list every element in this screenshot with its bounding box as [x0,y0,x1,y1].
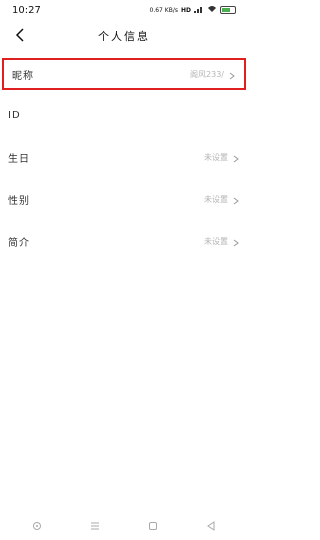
network-speed: 0.67 KB/s [149,6,178,14]
gender-value: 未设置 [204,194,228,204]
status-indicators: 0.67 KB/s HD [150,5,236,15]
assistant-button[interactable] [27,515,47,535]
info-list: 昵称 阁风233/ ID 生日 未设置 性别 未设置 简介 未设置 [0,54,248,262]
status-time: 10:27 [12,4,41,16]
system-nav-bar [0,510,248,540]
nickname-value: 阁风233/ [190,69,224,79]
chevron-left-icon [14,27,26,46]
nickname-label: 昵称 [12,70,34,82]
hd-indicator: HD [180,6,191,14]
back-triangle-icon [206,516,216,535]
signal-icon [194,5,204,15]
bio-label: 简介 [8,237,30,249]
chevron-right-icon [232,190,240,209]
battery-level [222,8,230,12]
nav-back-button[interactable] [201,515,221,535]
menu-button[interactable] [85,515,105,535]
birthday-value: 未设置 [204,152,228,162]
bio-value: 未设置 [204,236,228,246]
chevron-right-icon [232,232,240,251]
square-icon [148,516,158,535]
bio-row[interactable]: 简介 未设置 [0,220,248,262]
birthday-label: 生日 [8,153,30,165]
wifi-icon [207,5,217,15]
chevron-right-icon [228,65,236,84]
gender-label: 性别 [8,195,30,207]
chevron-right-icon [232,148,240,167]
header: 个人信息 [0,20,248,52]
birthday-row[interactable]: 生日 未设置 [0,136,248,178]
menu-icon [90,516,100,535]
nickname-row[interactable]: 昵称 阁风233/ [2,58,246,90]
id-label: ID [8,109,21,121]
battery-icon [220,6,236,14]
back-button[interactable] [8,24,32,48]
status-bar: 10:27 0.67 KB/s HD [0,0,248,20]
page-title: 个人信息 [98,30,150,43]
gender-row[interactable]: 性别 未设置 [0,178,248,220]
circle-icon [32,516,42,535]
home-button[interactable] [143,515,163,535]
id-row: ID [0,94,248,136]
